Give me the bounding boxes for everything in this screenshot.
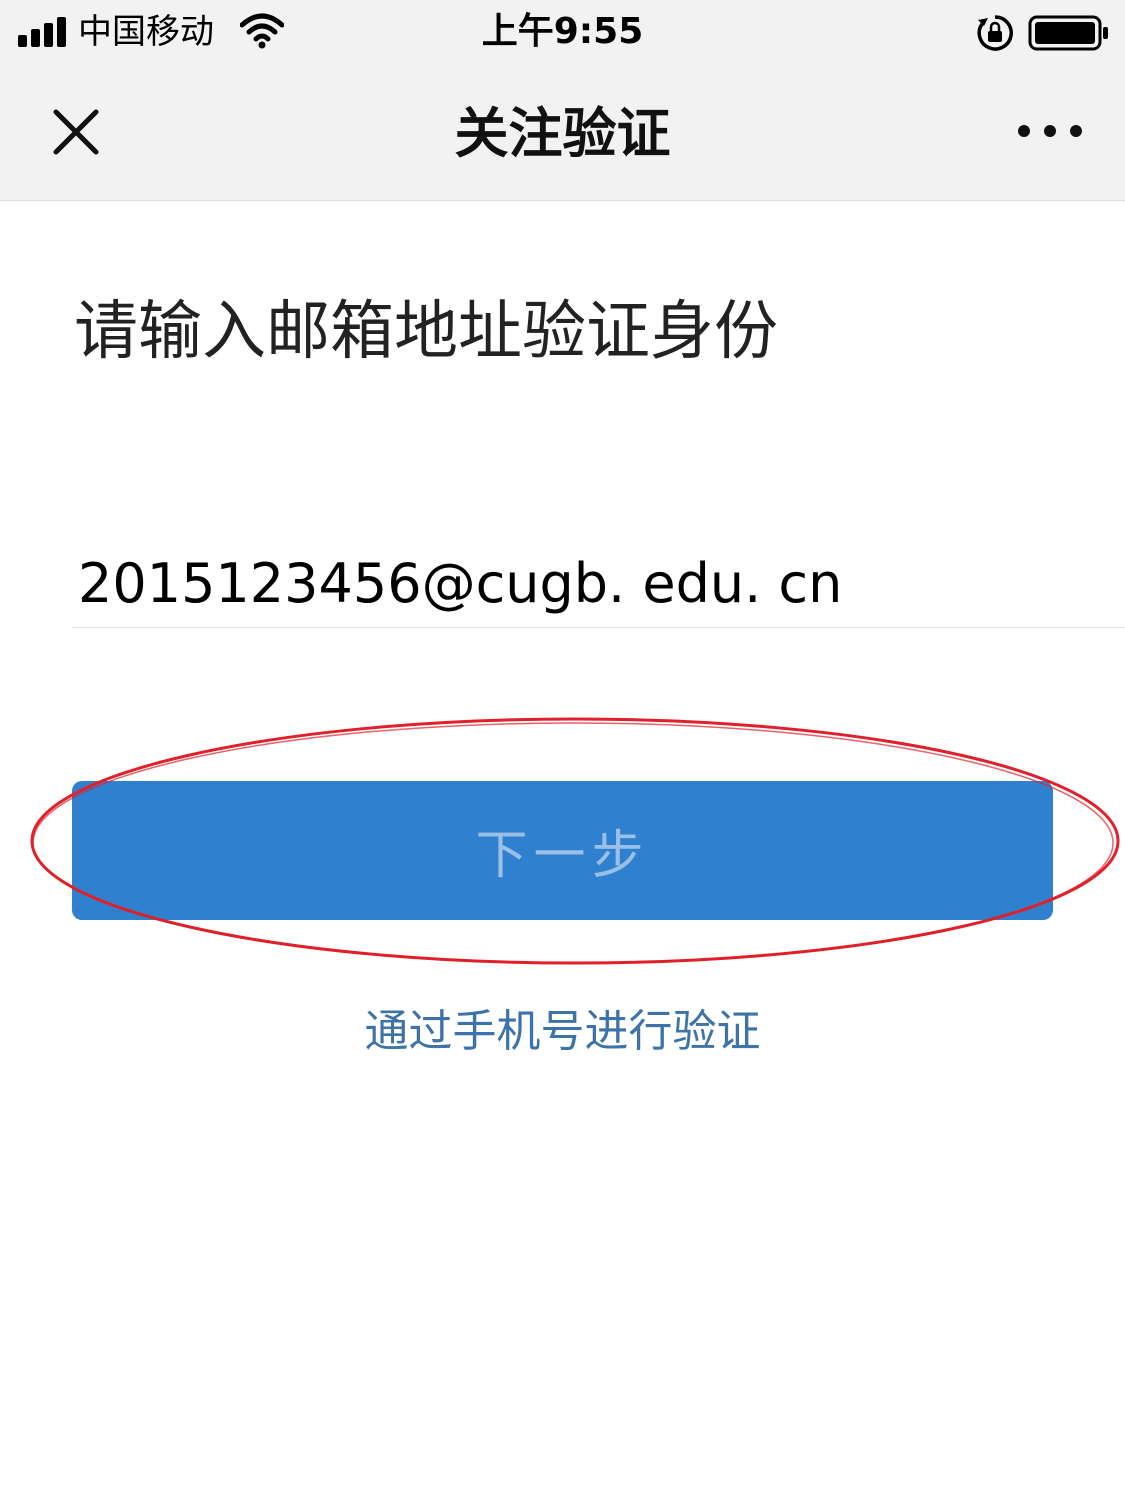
more-icon[interactable] (1008, 106, 1092, 156)
status-bar: 中国移动 上午9:55 (0, 0, 1125, 66)
battery-icon (1028, 15, 1108, 51)
verify-by-phone-link[interactable]: 通过手机号进行验证 (0, 1004, 1125, 1060)
next-button[interactable]: 下一步 (72, 781, 1053, 920)
email-field[interactable] (72, 540, 1125, 628)
screen: 中国移动 上午9:55 关注验证 请输入邮箱地址验证身份 2015123456@… (0, 0, 1125, 1501)
close-icon[interactable] (38, 94, 114, 170)
page-title: 关注验证 (454, 102, 671, 165)
status-time: 上午9:55 (481, 11, 644, 52)
highlight-ellipse (30, 717, 1120, 965)
email-prompt: 请输入邮箱地址验证身份 (74, 295, 778, 369)
nav-bar: 关注验证 (0, 66, 1125, 201)
rotation-lock-icon (977, 15, 1013, 51)
